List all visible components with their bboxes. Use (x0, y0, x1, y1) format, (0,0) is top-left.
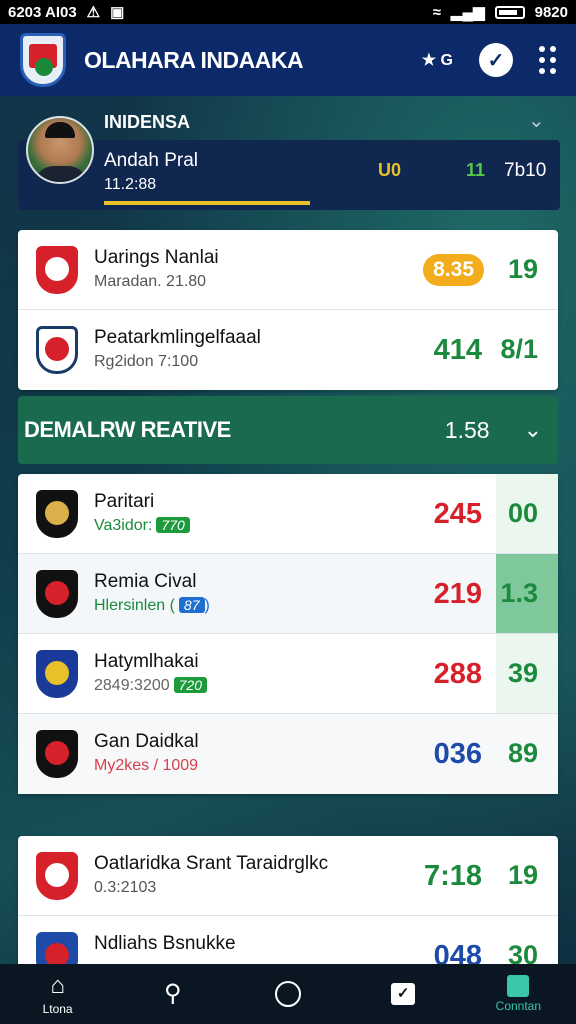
team-name: Gan Daidkal (94, 731, 199, 752)
team-crest-icon (36, 650, 78, 698)
app-notification-icon: ▣ (110, 4, 125, 21)
nav-home[interactable]: ⌂ Ltona (18, 972, 98, 1016)
search-icon: ⚲ (163, 980, 182, 1007)
circle-icon (274, 981, 301, 1007)
team-sub: Maradan. 21.80 (94, 273, 207, 290)
nav-search[interactable]: ⚲ (133, 980, 213, 1008)
player-avatar (26, 116, 94, 184)
team-name: Uarings Nanlai (94, 247, 219, 268)
favorite-action-icon[interactable]: ★ G (422, 50, 453, 70)
team-crest-icon (36, 932, 78, 964)
primary-score: 7:18 (423, 860, 482, 892)
match-group-3: Oatlaridka Srant Taraidrglkc 0.3:2103 7:… (18, 836, 558, 964)
team-name: Peatarkmlingelfaaal (94, 327, 261, 348)
primary-score: 048 (433, 940, 482, 964)
list-item[interactable]: Remia Cival Hlersinlen (87) 219 1.3 (18, 554, 558, 634)
score-pill: 8.35 (423, 254, 484, 286)
list-item[interactable]: Uarings Nanlai Maradan. 21.80 8.35 19 (18, 230, 558, 310)
section-header[interactable]: DEMALRW REATIVE 1.58 ⌄ (18, 396, 558, 464)
featured-label: INIDENSA (104, 112, 191, 132)
primary-score: 245 (433, 498, 482, 530)
wifi-icon: ≈ (432, 3, 441, 21)
featured-section: INIDENSA ⌄ Andah Pral 11.2:88 U0 11 7b10 (0, 96, 576, 216)
section-value: 1.58 (444, 416, 490, 443)
primary-score: 288 (433, 658, 482, 690)
team-sub: Rg2idon 7:100 (94, 353, 199, 370)
list-item[interactable]: Gan Daidkal My2kes / 1009 036 89 (18, 714, 558, 794)
nav-circle[interactable] (248, 981, 328, 1007)
edit-button[interactable]: ✓ (479, 43, 513, 77)
nav-check[interactable]: ✓ (363, 983, 443, 1005)
chevron-down-icon[interactable]: ⌄ (524, 417, 542, 443)
nav-label: Conntan (495, 999, 542, 1013)
more-menu-icon[interactable] (539, 46, 556, 74)
secondary-score: 00 (507, 498, 538, 528)
secondary-score: 39 (507, 658, 538, 688)
player-sub: 11.2:88 (104, 176, 157, 193)
team-sub: Va3idor: 770 (94, 517, 190, 535)
battery-icon (494, 5, 525, 19)
team-sub: Hlersinlen (87) (94, 597, 210, 614)
status-bar: 6203 AI03 ⚠ ▣ ≈ ▂▄▆ 9820 (0, 0, 576, 24)
team-name: Remia Cival (94, 571, 197, 592)
list-item[interactable]: Oatlaridka Srant Taraidrglkc 0.3:2103 7:… (18, 836, 558, 916)
app-logo (20, 33, 66, 87)
chevron-down-icon[interactable]: ⌄ (528, 108, 545, 133)
featured-score-1: U0 (378, 160, 402, 180)
team-crest-icon (36, 570, 78, 618)
check-box-icon: ✓ (391, 983, 416, 1005)
match-group-2: Paritari Va3idor: 770 245 00 Remia Cival … (18, 474, 558, 794)
app-title: OLAHARA INDAAKA (84, 46, 304, 73)
team-sub: 2849:3200 720 (94, 677, 207, 695)
team-crest-icon (36, 490, 78, 538)
status-right-text: 9820 (534, 3, 568, 21)
match-group-1: Uarings Nanlai Maradan. 21.80 8.35 19 Pe… (18, 230, 558, 390)
secondary-score: 19 (507, 254, 538, 284)
secondary-score: 1.3 (500, 578, 538, 608)
list-item[interactable]: Paritari Va3idor: 770 245 00 (18, 474, 558, 554)
app-bar: OLAHARA INDAAKA ★ G ✓ (0, 24, 576, 96)
team-crest-icon (36, 326, 78, 374)
team-crest-icon (36, 852, 78, 900)
player-name: Andah Pral (104, 150, 199, 171)
team-name: Oatlaridka Srant Taraidrglkc (94, 853, 329, 874)
team-crest-icon (36, 246, 78, 294)
featured-score-2: 11 (466, 160, 486, 180)
team-name: Paritari (94, 491, 155, 512)
featured-progress-bar (104, 201, 310, 205)
team-name: Ndliahs Bsnukke (94, 933, 236, 954)
signal-icon: ▂▄▆ (450, 4, 485, 21)
list-item[interactable]: Ndliahs Bsnukke 048 30 (18, 916, 558, 964)
section-title: DEMALRW REATIVE (24, 417, 231, 442)
secondary-score: 89 (507, 738, 538, 768)
bag-icon (507, 975, 530, 997)
primary-score: 036 (433, 738, 482, 770)
nav-label: Ltona (42, 1002, 73, 1016)
nav-contact[interactable]: Conntan (478, 975, 558, 1013)
list-item[interactable]: Hatymlhakai 2849:3200 720 288 39 (18, 634, 558, 714)
featured-card[interactable]: Andah Pral 11.2:88 U0 11 7b10 (18, 116, 560, 210)
primary-score: 414 (433, 334, 482, 366)
team-sub: 0.3:2103 (94, 879, 157, 896)
home-icon: ⌂ (50, 972, 65, 999)
team-crest-icon (36, 730, 78, 778)
team-name: Hatymlhakai (94, 651, 199, 672)
secondary-score: 30 (507, 940, 538, 964)
featured-score-3: 7b10 (504, 160, 547, 181)
list-item[interactable]: Peatarkmlingelfaaal Rg2idon 7:100 414 8/… (18, 310, 558, 390)
bottom-nav: ⌂ Ltona ⚲ ✓ Conntan (0, 964, 576, 1024)
notification-icon: ⚠ (86, 4, 101, 21)
primary-score: 219 (433, 578, 482, 610)
secondary-score: 8/1 (500, 334, 538, 364)
secondary-score: 19 (507, 860, 538, 890)
team-sub: My2kes / 1009 (94, 757, 199, 774)
status-time: 6203 AI03 (8, 3, 77, 21)
